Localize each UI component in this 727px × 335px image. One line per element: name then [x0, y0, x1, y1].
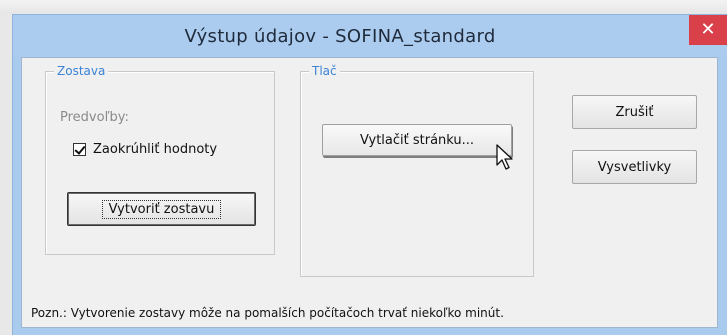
tlac-group-label: Tlač	[309, 63, 340, 79]
cancel-button-label: Zrušiť	[615, 104, 654, 120]
dialog-body: Zostava Predvoľby: Zaokrúhliť hodnoty Vy…	[21, 57, 718, 328]
print-page-button[interactable]: Vytlačiť stránku...	[322, 124, 512, 156]
note-text: Pozn.: Vytvorenie zostavy môže na pomalš…	[31, 306, 504, 320]
predvolby-label: Predvoľby:	[60, 110, 129, 125]
create-report-button[interactable]: Vytvoriť zostavu	[67, 192, 256, 226]
create-report-button-label: Vytvoriť zostavu	[101, 199, 222, 219]
arrow-cursor-icon	[496, 144, 513, 170]
zostava-group: Zostava Predvoľby: Zaokrúhliť hodnoty Vy…	[45, 63, 275, 255]
dialog-window: Výstup údajov - SOFINA_standard ✕ Zostav…	[12, 14, 727, 335]
close-icon: ✕	[700, 19, 716, 40]
help-button[interactable]: Vysvetlivky	[572, 150, 697, 184]
round-values-label: Zaokrúhliť hodnoty	[93, 142, 218, 157]
tlac-group: Tlač Vytlačiť stránku...	[300, 63, 534, 277]
background-strip	[0, 0, 727, 14]
help-button-label: Vysvetlivky	[597, 159, 672, 175]
print-page-button-label: Vytlačiť stránku...	[359, 132, 475, 148]
round-values-option[interactable]: Zaokrúhliť hodnoty	[73, 142, 217, 157]
round-values-checkbox[interactable]	[73, 143, 86, 156]
close-button[interactable]: ✕	[689, 15, 727, 45]
title-bar[interactable]: Výstup údajov - SOFINA_standard ✕	[13, 15, 727, 57]
cancel-button[interactable]: Zrušiť	[572, 95, 697, 129]
window-title: Výstup údajov - SOFINA_standard	[184, 26, 496, 47]
zostava-group-label: Zostava	[54, 63, 109, 79]
